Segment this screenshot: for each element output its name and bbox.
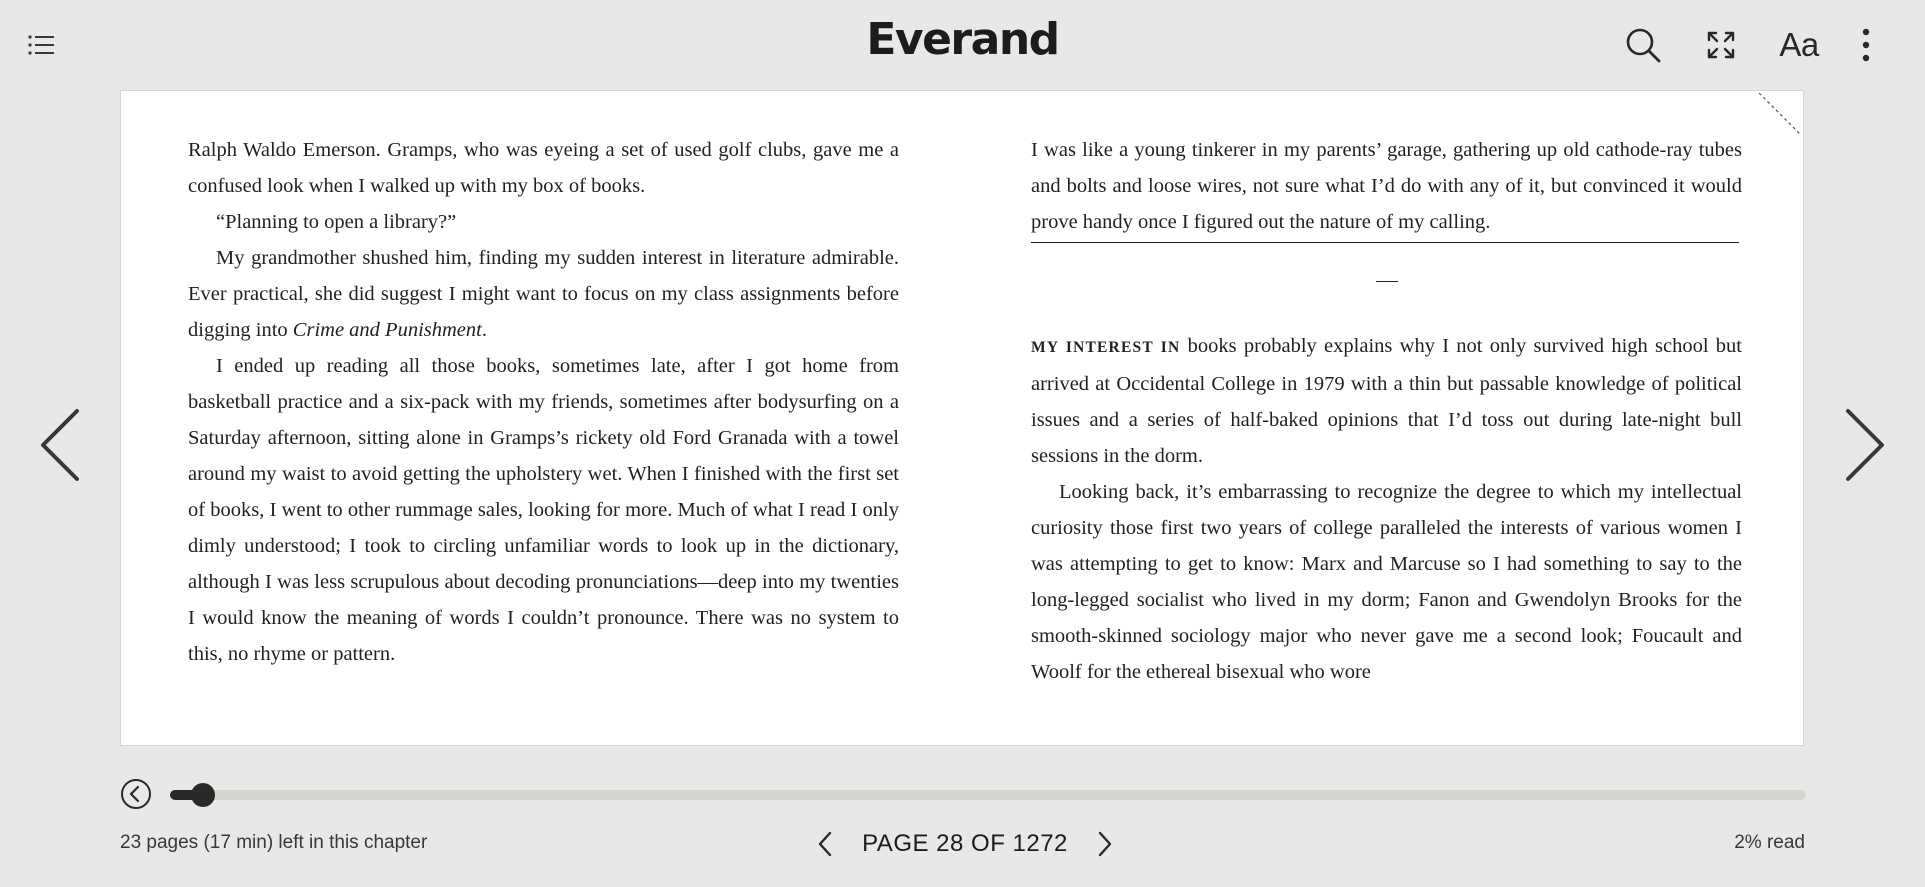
more-options-button[interactable] — [1845, 24, 1887, 66]
next-page-arrow[interactable] — [1840, 405, 1890, 485]
paragraph: Ralph Waldo Emerson. Gramps, who was eye… — [188, 139, 899, 197]
next-page-button[interactable] — [1094, 829, 1116, 859]
left-text-column: Ralph Waldo Emerson. Gramps, who was eye… — [188, 132, 899, 672]
chevron-left-icon — [41, 409, 79, 481]
reader-app: Everand Aa Ralph Waldo Emerson. Gramps, … — [0, 0, 1925, 887]
chevron-right-icon — [1846, 409, 1884, 481]
back-to-position-button[interactable] — [120, 778, 152, 810]
right-text-column: I was like a young tinkerer in my parent… — [1031, 132, 1742, 690]
text-run: . — [481, 319, 487, 341]
search-icon — [1626, 28, 1661, 63]
top-bar: Everand Aa — [0, 0, 1925, 90]
highlight-underline — [1031, 242, 1739, 243]
previous-page-button[interactable] — [814, 829, 836, 859]
paragraph: I was like a young tinkerer in my parent… — [1031, 139, 1742, 233]
bookmark-corner-icon[interactable] — [1757, 91, 1803, 137]
progress-thumb[interactable] — [190, 783, 215, 807]
previous-page-arrow[interactable] — [35, 405, 85, 485]
more-vertical-icon — [1862, 28, 1870, 62]
page-navigator: PAGE 28 OF 1272 — [800, 824, 1130, 864]
chevron-right-icon — [1098, 831, 1112, 857]
book-title-italic: Crime and Punishment — [292, 319, 482, 341]
paragraph: Looking back, it’s embarrassing to recog… — [1031, 481, 1742, 683]
fullscreen-icon — [1707, 31, 1735, 59]
bottom-bar: 23 pages (17 min) left in this chapter P… — [0, 760, 1925, 887]
book-page-spread: Ralph Waldo Emerson. Gramps, who was eye… — [120, 90, 1804, 746]
fullscreen-button[interactable] — [1700, 24, 1742, 66]
font-settings-icon: Aa — [1779, 26, 1819, 63]
search-button[interactable] — [1622, 24, 1664, 66]
percent-read-text: 2% read — [1734, 832, 1805, 853]
progress-slider[interactable] — [170, 783, 1806, 807]
paragraph: I ended up reading all those books, some… — [188, 355, 899, 665]
back-circle-icon — [121, 779, 151, 809]
font-settings-button[interactable]: Aa — [1778, 24, 1820, 66]
section-lead-in: MY INTEREST IN — [1031, 339, 1181, 356]
page-indicator: PAGE 28 OF 1272 — [862, 830, 1068, 857]
section-break — [1375, 281, 1398, 282]
paragraph: MY INTEREST IN books probably explains w… — [1031, 328, 1742, 474]
paragraph: “Planning to open a library?” — [216, 211, 457, 233]
chevron-left-icon — [818, 831, 832, 857]
chapter-remaining-text: 23 pages (17 min) left in this chapter — [120, 832, 428, 853]
paragraph: My grandmother shushed him, finding my s… — [188, 240, 899, 348]
